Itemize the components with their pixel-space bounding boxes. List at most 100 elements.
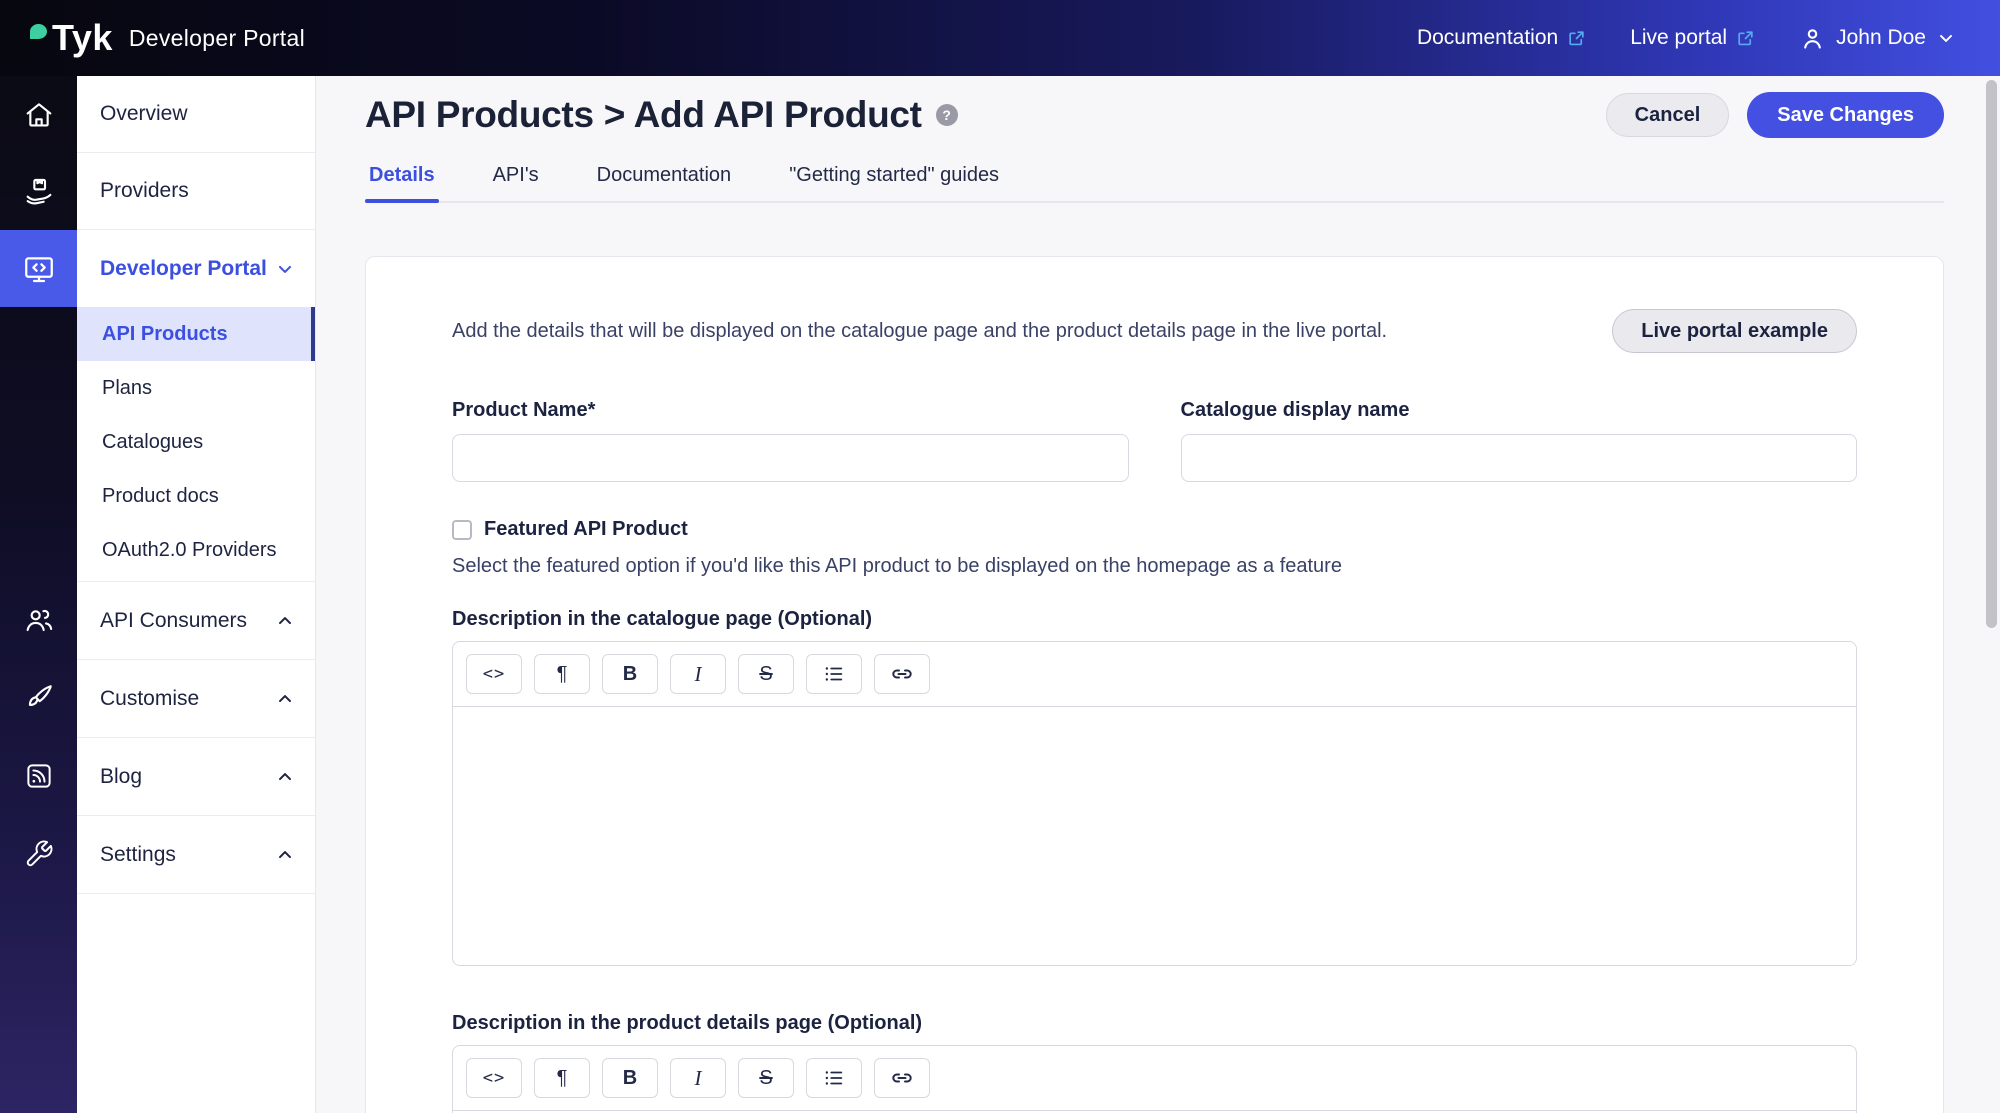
user-icon xyxy=(1799,25,1826,52)
rail-item-overview[interactable] xyxy=(0,76,77,153)
featured-checkbox[interactable] xyxy=(452,520,472,540)
sidebar-item-label: Product docs xyxy=(102,485,219,508)
sidebar-item-settings[interactable]: Settings xyxy=(77,816,315,894)
bold-button[interactable]: B xyxy=(602,654,658,694)
external-link-icon xyxy=(1736,29,1755,48)
rail-item-developer-portal[interactable] xyxy=(0,230,77,307)
sidebar-item-catalogues[interactable]: Catalogues xyxy=(77,415,315,469)
sidebar-item-api-consumers[interactable]: API Consumers xyxy=(77,582,315,660)
home-icon xyxy=(23,99,55,131)
featured-row: Featured API Product xyxy=(452,518,1857,541)
bold-button[interactable]: B xyxy=(602,1058,658,1098)
tyk-logo-text: Tyk xyxy=(52,17,113,58)
title-wrap: API Products > Add API Product ? xyxy=(365,94,958,136)
sidebar-item-developer-portal[interactable]: Developer Portal xyxy=(77,230,315,307)
catalogue-display-name-label: Catalogue display name xyxy=(1181,399,1858,422)
tab-documentation[interactable]: Documentation xyxy=(593,158,736,201)
user-name: John Doe xyxy=(1836,26,1926,50)
strikethrough-button[interactable]: S xyxy=(738,1058,794,1098)
description-details-label: Description in the product details page … xyxy=(452,1012,1857,1035)
link-button[interactable] xyxy=(874,1058,930,1098)
app-body: Overview Providers Developer Portal API … xyxy=(0,76,2000,1113)
link-icon xyxy=(890,662,914,686)
providers-icon xyxy=(23,176,55,208)
link-button[interactable] xyxy=(874,654,930,694)
name-fields-row: Product Name* Catalogue display name xyxy=(452,399,1857,482)
tab-bar: Details API's Documentation "Getting sta… xyxy=(365,158,1944,203)
paintbrush-icon xyxy=(23,682,55,714)
bullet-list-button[interactable] xyxy=(806,1058,862,1098)
brand-product-name: Developer Portal xyxy=(129,25,305,52)
tab-apis[interactable]: API's xyxy=(489,158,543,201)
editor-toolbar: <> ¶ B I S xyxy=(453,1046,1856,1111)
intro-row: Add the details that will be displayed o… xyxy=(452,309,1857,353)
external-link-icon xyxy=(1567,29,1586,48)
featured-label[interactable]: Featured API Product xyxy=(484,518,688,541)
cancel-button[interactable]: Cancel xyxy=(1606,93,1730,137)
vertical-scrollbar-thumb[interactable] xyxy=(1986,80,1997,628)
user-menu[interactable]: John Doe xyxy=(1799,25,1956,52)
sidebar-item-api-products[interactable]: API Products xyxy=(77,307,315,361)
rail-item-customise[interactable] xyxy=(0,659,77,737)
link-icon xyxy=(890,1066,914,1090)
sidebar-item-plans[interactable]: Plans xyxy=(77,361,315,415)
brand: Tyk Developer Portal xyxy=(30,17,305,59)
chevron-down-icon xyxy=(275,259,295,279)
details-description-editor: <> ¶ B I S xyxy=(452,1045,1857,1113)
chevron-up-icon xyxy=(275,767,295,787)
icon-rail xyxy=(0,76,77,1113)
paragraph-button[interactable]: ¶ xyxy=(534,1058,590,1098)
sidebar-item-label: Developer Portal xyxy=(100,257,267,281)
tyk-logo: Tyk xyxy=(30,17,113,59)
strikethrough-button[interactable]: S xyxy=(738,654,794,694)
page-header: API Products > Add API Product ? Cancel … xyxy=(316,76,2000,138)
intro-text: Add the details that will be displayed o… xyxy=(452,318,1387,345)
monitor-code-icon xyxy=(22,252,56,286)
people-icon xyxy=(23,604,55,636)
wrench-icon xyxy=(24,839,54,869)
catalogue-display-name-input[interactable] xyxy=(1181,434,1858,482)
sidebar-item-overview[interactable]: Overview xyxy=(77,76,315,153)
featured-help-text: Select the featured option if you'd like… xyxy=(452,555,1857,578)
italic-button[interactable]: I xyxy=(670,1058,726,1098)
sidebar-item-customise[interactable]: Customise xyxy=(77,660,315,738)
rail-item-providers[interactable] xyxy=(0,153,77,230)
sidebar-item-label: Plans xyxy=(102,377,152,400)
paragraph-button[interactable]: ¶ xyxy=(534,654,590,694)
live-portal-link[interactable]: Live portal xyxy=(1630,26,1755,50)
documentation-link[interactable]: Documentation xyxy=(1417,26,1586,50)
rail-item-api-consumers[interactable] xyxy=(0,581,77,659)
chevron-up-icon xyxy=(275,845,295,865)
bullet-list-icon xyxy=(823,663,845,685)
product-name-group: Product Name* xyxy=(452,399,1129,482)
header-actions: Cancel Save Changes xyxy=(1606,92,1944,138)
catalogue-display-name-group: Catalogue display name xyxy=(1181,399,1858,482)
rss-icon xyxy=(24,761,54,791)
save-changes-button[interactable]: Save Changes xyxy=(1747,92,1944,138)
rail-item-settings[interactable] xyxy=(0,815,77,893)
tab-details[interactable]: Details xyxy=(365,158,439,201)
code-view-button[interactable]: <> xyxy=(466,654,522,694)
sidebar-item-label: API Consumers xyxy=(100,609,247,633)
editor-toolbar: <> ¶ B I S xyxy=(453,642,1856,707)
sidebar-item-oauth2-providers[interactable]: OAuth2.0 Providers xyxy=(77,523,315,577)
live-portal-example-button[interactable]: Live portal example xyxy=(1612,309,1857,353)
code-view-button[interactable]: <> xyxy=(466,1058,522,1098)
bullet-list-button[interactable] xyxy=(806,654,862,694)
italic-button[interactable]: I xyxy=(670,654,726,694)
help-icon[interactable]: ? xyxy=(936,104,958,126)
rail-spacer xyxy=(0,307,77,581)
sidebar-item-label: OAuth2.0 Providers xyxy=(102,539,277,562)
sidebar-item-label: API Products xyxy=(102,323,228,346)
product-name-input[interactable] xyxy=(452,434,1129,482)
chevron-up-icon xyxy=(275,611,295,631)
sidebar-item-providers[interactable]: Providers xyxy=(77,153,315,230)
catalogue-description-textarea[interactable] xyxy=(453,707,1856,965)
sidebar-item-product-docs[interactable]: Product docs xyxy=(77,469,315,523)
chevron-down-icon xyxy=(1936,28,1956,48)
developer-portal-submenu: API Products Plans Catalogues Product do… xyxy=(77,307,315,582)
rail-item-blog[interactable] xyxy=(0,737,77,815)
sidebar-item-label: Catalogues xyxy=(102,431,203,454)
sidebar-item-blog[interactable]: Blog xyxy=(77,738,315,816)
tab-getting-started-guides[interactable]: "Getting started" guides xyxy=(785,158,1003,201)
